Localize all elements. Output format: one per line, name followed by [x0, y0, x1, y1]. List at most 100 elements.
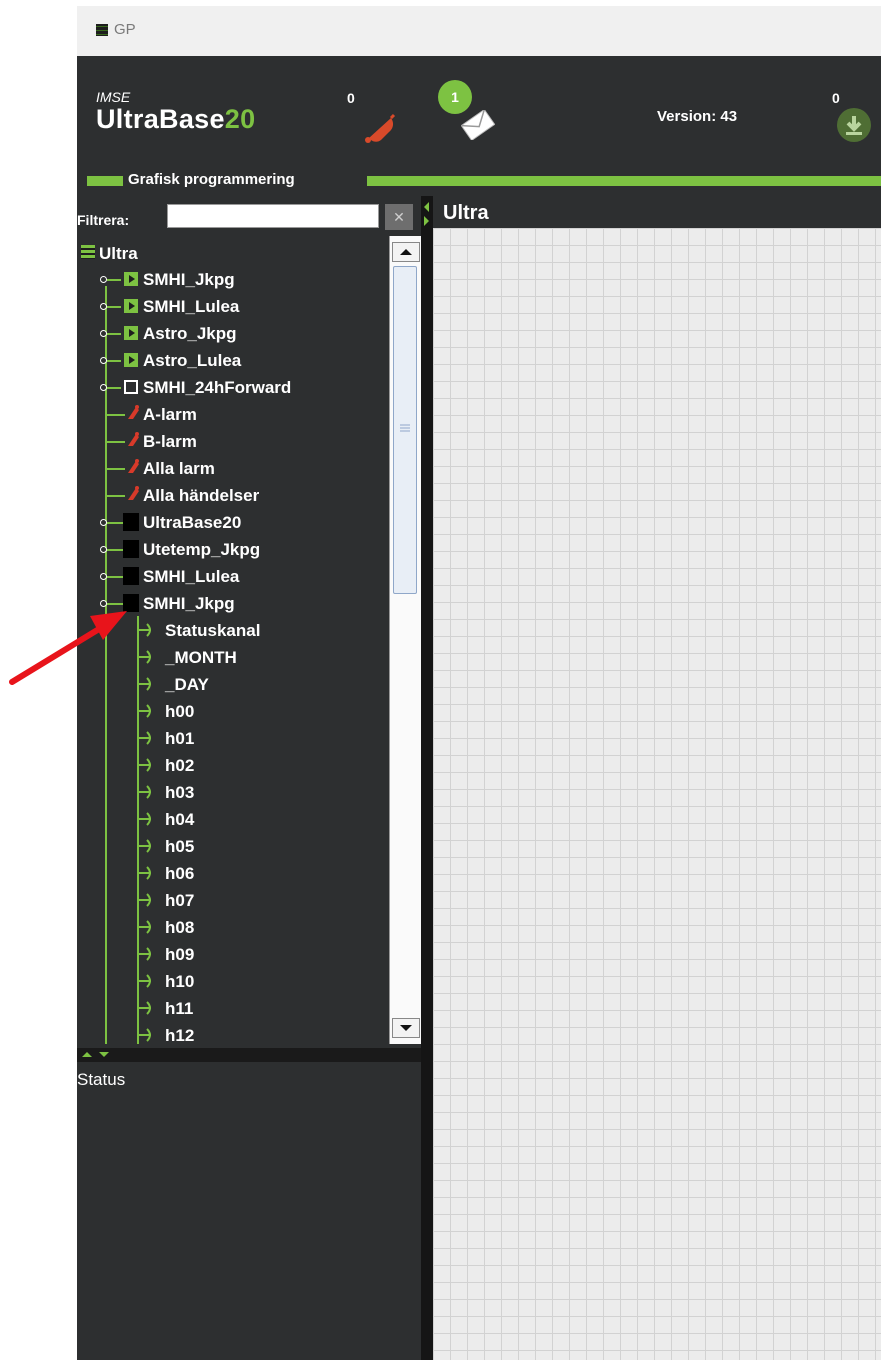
tree-item[interactable]: SMHI_24hForward — [77, 374, 389, 400]
split-arrows-icon[interactable] — [77, 1048, 117, 1062]
expand-icon[interactable] — [100, 276, 107, 283]
collapse-arrows-icon[interactable] — [421, 196, 433, 236]
tree-item[interactable]: Astro_Lulea — [77, 347, 389, 373]
canvas-header: Ultra — [433, 196, 881, 228]
alarm-icon — [128, 459, 139, 473]
expand-icon[interactable] — [100, 573, 107, 580]
message-badge[interactable]: 1 — [438, 80, 472, 114]
expand-icon[interactable] — [100, 357, 107, 364]
tree-child-label: h02 — [165, 756, 195, 775]
tree-connector — [107, 603, 123, 605]
tree-scrollbar[interactable] — [389, 236, 422, 1044]
tree-child-label: h09 — [165, 945, 195, 964]
block-icon — [123, 594, 139, 612]
tree-item-expanded[interactable]: SMHI_Jkpg — [77, 590, 389, 616]
download-icon[interactable] — [837, 108, 871, 142]
envelope-icon[interactable] — [461, 110, 495, 140]
output-icon — [139, 785, 151, 799]
tree-child[interactable]: h11 — [77, 995, 389, 1021]
canvas-title: Ultra — [443, 202, 489, 224]
vertical-splitter[interactable] — [421, 196, 433, 1360]
tree-child-label: h03 — [165, 783, 195, 802]
program-canvas[interactable] — [433, 228, 881, 1360]
brand-number: 20 — [224, 104, 256, 134]
section-accent-right — [367, 176, 881, 186]
alarm-bell-icon[interactable] — [361, 110, 397, 144]
tree-item[interactable]: SMHI_Lulea — [77, 563, 389, 589]
expand-icon[interactable] — [100, 384, 107, 391]
output-icon — [139, 1001, 151, 1015]
tree-connector — [107, 549, 123, 551]
tree-child[interactable]: _MONTH — [77, 644, 389, 670]
root-icon — [81, 245, 95, 259]
tree-child[interactable]: Statuskanal — [77, 617, 389, 643]
tree-item-label: B-larm — [143, 432, 197, 451]
alarm-count: 0 — [347, 90, 355, 106]
tree-child[interactable]: h03 — [77, 779, 389, 805]
tree-item[interactable]: UltraBase20 — [77, 509, 389, 535]
collapse-icon[interactable] — [100, 600, 107, 607]
section-accent-left — [87, 176, 123, 186]
tree-item[interactable]: Utetemp_Jkpg — [77, 536, 389, 562]
tree-child[interactable]: h05 — [77, 833, 389, 859]
scroll-up-button[interactable] — [392, 242, 420, 262]
tree-item-label: Alla händelser — [143, 486, 260, 505]
tree-child[interactable]: h08 — [77, 914, 389, 940]
tree-child[interactable]: h06 — [77, 860, 389, 886]
tree-root-label: Ultra — [99, 244, 138, 263]
tree-item[interactable]: SMHI_Lulea — [77, 293, 389, 319]
tree-item-label: SMHI_Jkpg — [143, 270, 235, 289]
tree-child[interactable]: h02 — [77, 752, 389, 778]
tree-child[interactable]: h00 — [77, 698, 389, 724]
tree-child[interactable]: h10 — [77, 968, 389, 994]
tree-item[interactable]: Astro_Jkpg — [77, 320, 389, 346]
tree-item-label: SMHI_Jkpg — [143, 594, 235, 613]
window-title: GP — [114, 21, 136, 38]
block-icon — [123, 540, 139, 558]
app-window: GP IMSE UltraBase20 0 1 Version: 43 0 Gr… — [77, 6, 881, 1360]
tree-child-label: h04 — [165, 810, 195, 829]
output-icon — [139, 758, 151, 772]
tree-child[interactable]: h07 — [77, 887, 389, 913]
download-count: 0 — [832, 90, 840, 106]
tree-item[interactable]: Alla larm — [77, 455, 389, 481]
tree-child[interactable]: _DAY — [77, 671, 389, 697]
output-icon — [139, 623, 151, 637]
tree-child[interactable]: h12 — [77, 1022, 389, 1044]
tree-item-label: Utetemp_Jkpg — [143, 540, 261, 559]
tree-child[interactable]: h09 — [77, 941, 389, 967]
panel-splitter[interactable] — [77, 1048, 421, 1062]
tree-item-label: SMHI_Lulea — [143, 567, 240, 586]
output-icon — [139, 893, 151, 907]
expand-icon[interactable] — [100, 519, 107, 526]
filter-clear-button[interactable]: ✕ — [385, 204, 413, 230]
app-header: IMSE UltraBase20 0 1 Version: 43 0 — [77, 56, 881, 166]
tree-item[interactable]: A-larm — [77, 401, 389, 427]
expand-icon[interactable] — [100, 330, 107, 337]
alarm-icon — [128, 432, 139, 446]
filter-input[interactable] — [167, 204, 379, 228]
object-tree[interactable]: Ultra SMHI_Jkpg SMHI_Lulea Astro_Jkpg As… — [77, 236, 389, 1044]
brand-name: UltraBase — [96, 104, 225, 134]
tree-item-label: Alla larm — [143, 459, 215, 478]
scroll-thumb[interactable] — [393, 266, 417, 594]
tree-item[interactable]: Alla händelser — [77, 482, 389, 508]
play-icon — [124, 272, 138, 286]
expand-icon[interactable] — [100, 303, 107, 310]
tree-root[interactable]: Ultra — [77, 240, 389, 266]
block-icon — [123, 567, 139, 585]
tree-item-label: Astro_Lulea — [143, 351, 242, 370]
tree-child[interactable]: h04 — [77, 806, 389, 832]
tree-item-label: UltraBase20 — [143, 513, 242, 532]
tree-child[interactable]: h01 — [77, 725, 389, 751]
tree-item[interactable]: B-larm — [77, 428, 389, 454]
output-icon — [139, 839, 151, 853]
stop-icon — [124, 380, 138, 394]
tree-connector — [107, 495, 125, 497]
tree-item[interactable]: SMHI_Jkpg — [77, 266, 389, 292]
tree-connector — [107, 441, 125, 443]
tree-child-label: Statuskanal — [165, 621, 261, 640]
expand-icon[interactable] — [100, 546, 107, 553]
scroll-down-button[interactable] — [392, 1018, 420, 1038]
tree-connector — [107, 306, 121, 308]
